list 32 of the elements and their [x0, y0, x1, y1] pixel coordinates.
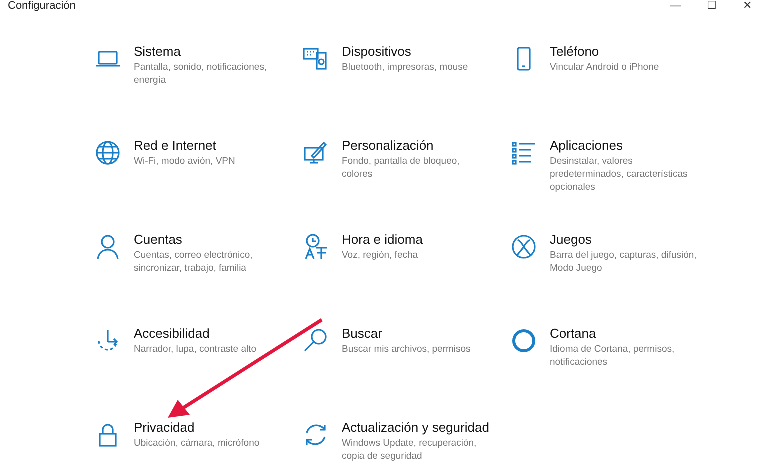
setting-description: Barra del juego, capturas, difusión, Modo Juego	[550, 249, 698, 275]
setting-description: Cuentas, correo electrónico, sincronizar, trabajo, familia	[134, 249, 254, 275]
setting-title[interactable]: Personalización	[342, 138, 492, 153]
setting-title[interactable]: Juegos	[550, 232, 700, 247]
setting-description: Bluetooth, impresoras, mouse	[342, 61, 470, 74]
setting-description: Wi-Fi, modo avión, VPN	[134, 155, 236, 168]
setting-title[interactable]: Privacidad	[134, 420, 284, 435]
setting-description: Narrador, lupa, contraste alto	[134, 343, 258, 356]
setting-description: Windows Update, recuperación, copia de seguridad	[342, 437, 478, 463]
setting-title[interactable]: Cuentas	[134, 232, 284, 247]
window-control[interactable]: ✕	[743, 0, 752, 12]
setting-title[interactable]: Accesibilidad	[134, 326, 284, 341]
setting-description: Vincular Android o iPhone	[550, 61, 660, 74]
setting-title[interactable]: Teléfono	[550, 44, 700, 59]
setting-title[interactable]: Red e Internet	[134, 138, 284, 153]
setting-title[interactable]: Aplicaciones	[550, 138, 700, 153]
setting-title[interactable]: Buscar	[342, 326, 492, 341]
window-title: Configuración	[8, 0, 76, 12]
setting-description: Fondo, pantalla de bloqueo, colores	[342, 155, 461, 181]
setting-title[interactable]: Actualización y seguridad	[342, 420, 492, 435]
setting-description: Voz, región, fecha	[342, 249, 420, 262]
setting-description: Buscar mis archivos, permisos	[342, 343, 472, 356]
setting-title[interactable]: Dispositivos	[342, 44, 492, 59]
setting-description: Ubicación, cámara, micrófono	[134, 437, 261, 450]
setting-description: Pantalla, sonido, notificaciones, energía	[134, 61, 268, 87]
setting-description: Desinstalar, valores predeterminados, características opcionales	[550, 155, 689, 194]
setting-title[interactable]: Hora e idioma	[342, 232, 492, 247]
window-control[interactable]: —	[670, 0, 681, 12]
setting-title[interactable]: Sistema	[134, 44, 284, 59]
window-control[interactable]: ☐	[707, 0, 717, 12]
setting-description: Idioma de Cortana, permisos, notificaciones	[550, 343, 676, 369]
setting-title[interactable]: Cortana	[550, 326, 700, 341]
